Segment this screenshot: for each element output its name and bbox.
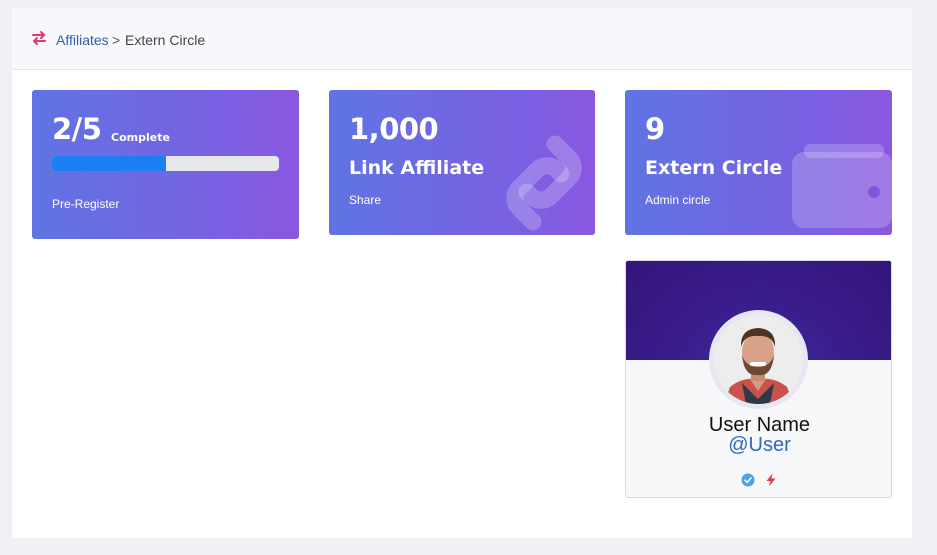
progress-fill (52, 156, 166, 171)
link-affiliate-value: 1,000 (349, 112, 439, 146)
extern-circle-title: Extern Circle (645, 157, 783, 179)
pre-register-complete-label: Complete (111, 131, 170, 144)
user-handle[interactable]: @User (626, 434, 891, 457)
extern-circle-caption: Admin circle (645, 193, 711, 207)
link-affiliate-caption: Share (349, 193, 382, 207)
pre-register-progress-bar (52, 156, 279, 171)
avatar-ring (709, 310, 808, 409)
pre-register-card: 2/5 Complete Pre-Register (32, 90, 299, 239)
link-affiliate-card: 1,000 Link Affiliate Share (329, 90, 595, 235)
lightning-icon (764, 473, 778, 487)
arrows-swap-icon[interactable] (31, 30, 47, 46)
breadcrumb-separator: > (112, 32, 121, 48)
extern-circle-card: 9 Extern Circle Admin circle (625, 90, 892, 235)
wallet-icon (792, 144, 892, 228)
extern-circle-value: 9 (645, 112, 665, 146)
pre-register-caption: Pre-Register (52, 197, 120, 211)
profile-card: User Name @User (625, 260, 892, 498)
avatar[interactable] (714, 315, 803, 404)
breadcrumb-link-affiliates[interactable]: Affiliates (56, 32, 109, 48)
verified-check-icon (741, 473, 755, 487)
main-panel: Affiliates > Extern Circle 2/5 Complete … (12, 8, 912, 538)
breadcrumb-current: Extern Circle (125, 32, 206, 48)
breadcrumb: Affiliates > Extern Circle (12, 8, 912, 70)
badges (626, 471, 891, 489)
link-affiliate-title: Link Affiliate (349, 157, 485, 179)
link-icon (506, 135, 582, 231)
pre-register-value: 2/5 (52, 112, 102, 146)
